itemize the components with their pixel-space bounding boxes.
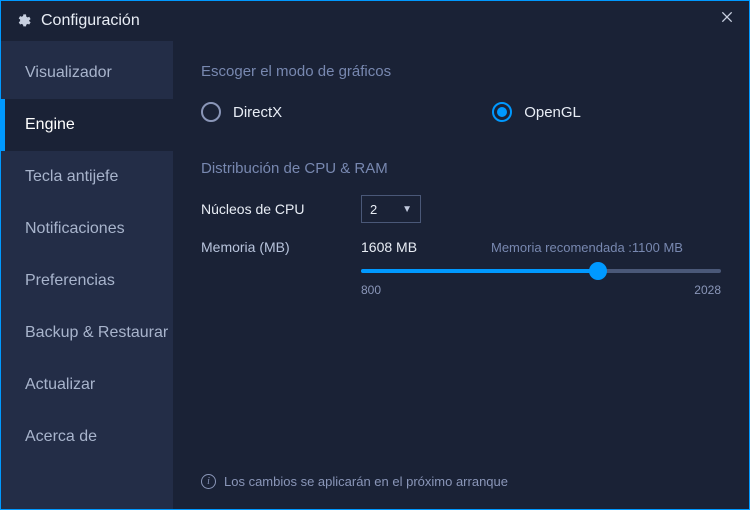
close-button[interactable] [715, 9, 739, 33]
radio-label: OpenGL [524, 104, 581, 121]
radio-opengl[interactable]: OpenGL [492, 102, 581, 122]
slider-thumb[interactable] [589, 262, 607, 280]
cpu-cores-select[interactable]: 2 ▼ [361, 195, 421, 223]
sidebar-item-engine[interactable]: Engine [1, 99, 173, 151]
main-panel: Escoger el modo de gráficos DirectX Open… [173, 41, 749, 509]
slider-max-label: 2028 [694, 283, 721, 297]
slider-range-labels: 800 2028 [361, 283, 721, 297]
sidebar-item-label: Engine [25, 116, 75, 134]
memory-row: Memoria (MB) 1608 MB Memoria recomendada… [201, 239, 721, 255]
radio-circle-icon [492, 102, 512, 122]
sidebar-item-tecla-antijefe[interactable]: Tecla antijefe [1, 151, 173, 203]
select-value: 2 [370, 202, 377, 217]
gear-icon [15, 13, 31, 29]
caret-down-icon: ▼ [402, 204, 412, 215]
slider-min-label: 800 [361, 283, 381, 297]
restart-note: i Los cambios se aplicarán en el próximo… [201, 474, 508, 489]
slider-track [361, 269, 721, 273]
sidebar-item-preferencias[interactable]: Preferencias [1, 255, 173, 307]
memory-label: Memoria (MB) [201, 239, 361, 255]
memory-slider[interactable]: 800 2028 [361, 269, 721, 297]
radio-circle-icon [201, 102, 221, 122]
sidebar-item-visualizador[interactable]: Visualizador [1, 47, 173, 99]
cpu-ram-heading: Distribución de CPU & RAM [201, 160, 721, 177]
info-icon: i [201, 474, 216, 489]
sidebar-item-label: Notificaciones [25, 220, 125, 238]
graphics-mode-heading: Escoger el modo de gráficos [201, 63, 721, 80]
titlebar: Configuración [1, 1, 749, 41]
sidebar-item-label: Backup & Restaurar [25, 324, 168, 342]
window-title: Configuración [41, 12, 140, 30]
sidebar-item-label: Tecla antijefe [25, 168, 118, 186]
slider-fill [361, 269, 598, 273]
sidebar-item-backup-restaurar[interactable]: Backup & Restaurar [1, 307, 173, 359]
graphics-mode-options: DirectX OpenGL [201, 102, 721, 122]
sidebar-item-actualizar[interactable]: Actualizar [1, 359, 173, 411]
memory-value: 1608 MB [361, 239, 491, 255]
radio-directx[interactable]: DirectX [201, 102, 282, 122]
memory-recommended: Memoria recomendada :1100 MB [491, 240, 683, 255]
sidebar-item-label: Actualizar [25, 376, 95, 394]
sidebar-item-label: Preferencias [25, 272, 115, 290]
cpu-cores-label: Núcleos de CPU [201, 201, 361, 217]
sidebar-item-notificaciones[interactable]: Notificaciones [1, 203, 173, 255]
sidebar-item-label: Acerca de [25, 428, 97, 446]
sidebar: Visualizador Engine Tecla antijefe Notif… [1, 41, 173, 509]
cpu-cores-row: Núcleos de CPU 2 ▼ [201, 195, 721, 223]
radio-label: DirectX [233, 104, 282, 121]
sidebar-item-label: Visualizador [25, 64, 112, 82]
restart-note-text: Los cambios se aplicarán en el próximo a… [224, 474, 508, 489]
sidebar-item-acerca-de[interactable]: Acerca de [1, 411, 173, 463]
